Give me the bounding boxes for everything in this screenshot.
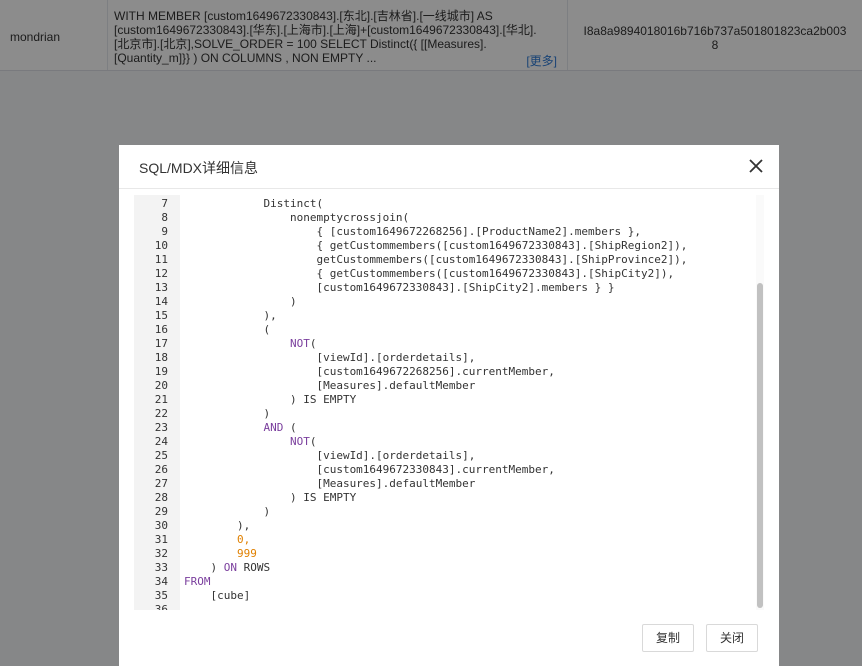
code-line: 34 FROM [134,575,754,589]
code-line: 30 ), [134,519,754,533]
code-text: ) [184,505,271,518]
code-line: 35 [cube] [134,589,754,603]
line-number: 8 [161,211,168,224]
code-text: { getCustommembers([custom1649672330843]… [184,267,675,280]
code-line: 31 0, [134,533,754,547]
code-text: [custom1649672330843].[ShipCity2].member… [184,281,615,294]
code-line: 20 [Measures].defaultMember [134,379,754,393]
code-line: 26 [custom1649672330843].currentMember, [134,463,754,477]
line-number: 31 [154,533,168,546]
line-number: 15 [154,309,168,322]
line-number: 22 [154,407,168,420]
code-line: 36 [134,603,754,610]
line-number: 26 [154,463,168,476]
close-button[interactable]: 关闭 [706,624,758,652]
code-line: 13 [custom1649672330843].[ShipCity2].mem… [134,281,754,295]
sql-detail-dialog: SQL/MDX详细信息 7 Distinct(8 nonemptycrossjo… [119,145,779,666]
code-text: ) IS EMPTY [184,393,357,406]
code-text: 999 [236,547,257,560]
code-line: 10 { getCustommembers([custom16496723308… [134,239,754,253]
dialog-header: SQL/MDX详细信息 [119,145,779,189]
line-number: 18 [154,351,168,364]
code-text: ( [184,323,271,336]
line-number: 13 [154,281,168,294]
line-number: 30 [154,519,168,532]
code-line: 18 [viewId].[orderdetails], [134,351,754,365]
line-number: 35 [154,589,168,602]
line-number: 27 [154,477,168,490]
line-number: 21 [154,393,168,406]
code-line: 7 Distinct( [134,197,754,211]
line-number: 11 [154,253,168,266]
code-line: 22 ) [134,407,754,421]
code-line: 28 ) IS EMPTY [134,491,754,505]
line-number: 12 [154,267,168,280]
code-text: [Measures].defaultMember [184,477,476,490]
code-line: 17 NOT( [134,337,754,351]
code-text: [custom1649672268256].currentMember, [184,365,555,378]
code-text: ), [184,309,277,322]
code-text: ) IS EMPTY [184,491,357,504]
code-text: [cube] [184,589,251,602]
code-text: ) [184,407,271,420]
code-text: AND ( [263,421,297,434]
line-number: 33 [154,561,168,574]
code-line: 19 [custom1649672268256].currentMember, [134,365,754,379]
code-text: [viewId].[orderdetails], [184,351,476,364]
code-viewer[interactable]: 7 Distinct(8 nonemptycrossjoin(9 { [cust… [134,195,764,610]
code-line: 29 ) [134,505,754,519]
code-text: ), [184,519,251,532]
code-line: 9 { [custom1649672268256].[ProductName2]… [134,225,754,239]
close-icon[interactable] [747,157,765,175]
line-number: 10 [154,239,168,252]
code-text: { getCustommembers([custom1649672330843]… [184,239,688,252]
line-number: 34 [154,575,168,588]
code-line: 11 getCustommembers([custom1649672330843… [134,253,754,267]
scrollbar-thumb[interactable] [757,283,763,608]
line-number: 24 [154,435,168,448]
code-line: 23 AND ( [134,421,754,435]
code-line: 8 nonemptycrossjoin( [134,211,754,225]
code-line: 16 ( [134,323,754,337]
line-number: 17 [154,337,168,350]
line-number: 20 [154,379,168,392]
line-number: 25 [154,449,168,462]
code-line: 32 999 [134,547,754,561]
code-line: 27 [Measures].defaultMember [134,477,754,491]
line-number: 29 [154,505,168,518]
code-text: getCustommembers([custom1649672330843].[… [184,253,688,266]
code-text: NOT( [289,337,317,350]
line-number: 16 [154,323,168,336]
dialog-title: SQL/MDX详细信息 [139,160,259,176]
line-number: 19 [154,365,168,378]
code-text: [viewId].[orderdetails], [184,449,476,462]
line-number: 14 [154,295,168,308]
line-number: 36 [154,603,168,610]
code-text: ) ON ROWS [184,561,271,574]
code-text: [Measures].defaultMember [184,379,476,392]
code-text: Distinct( [184,197,324,210]
line-number: 9 [161,225,168,238]
code-text: [custom1649672330843].currentMember, [184,463,555,476]
code-text: FROM [184,575,211,588]
line-number: 32 [154,547,168,560]
code-line: 12 { getCustommembers([custom16496723308… [134,267,754,281]
code-line: 24 NOT( [134,435,754,449]
code-text: nonemptycrossjoin( [184,211,410,224]
code-line: 15 ), [134,309,754,323]
code-line: 14 ) [134,295,754,309]
line-number: 28 [154,491,168,504]
code-text: { [custom1649672268256].[ProductName2].m… [184,225,641,238]
code-line: 21 ) IS EMPTY [134,393,754,407]
code-text: NOT( [289,435,317,448]
copy-button[interactable]: 复制 [642,624,694,652]
code-text: ) [184,295,297,308]
line-number: 7 [161,197,168,210]
code-text: 0, [236,533,251,546]
line-number: 23 [154,421,168,434]
code-line: 33 ) ON ROWS [134,561,754,575]
code-line: 25 [viewId].[orderdetails], [134,449,754,463]
